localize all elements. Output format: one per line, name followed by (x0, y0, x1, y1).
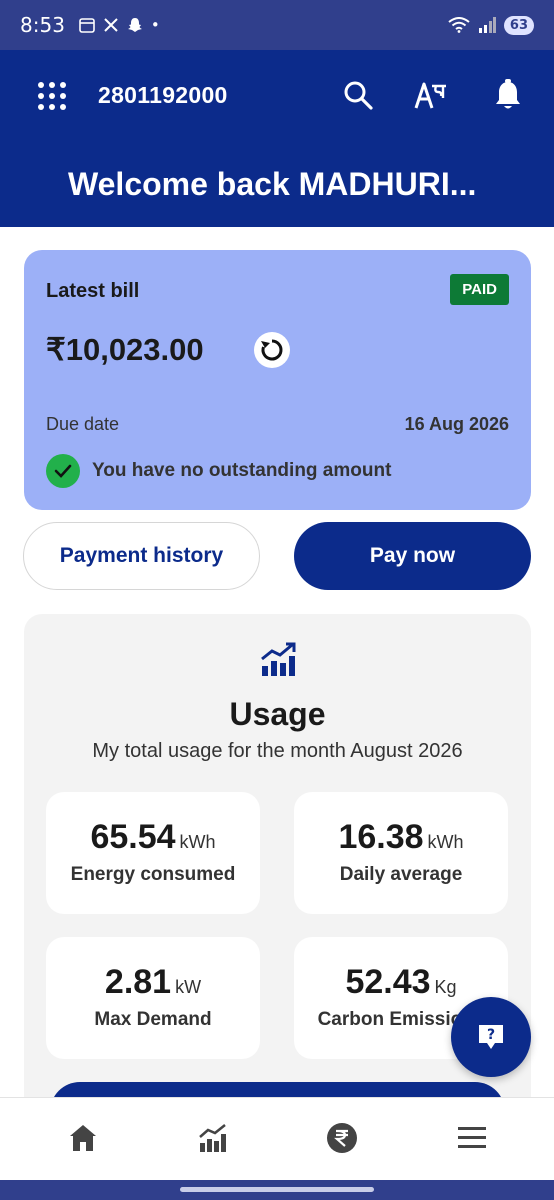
nav-home[interactable] (65, 1120, 101, 1156)
home-icon (70, 1125, 96, 1151)
payment-history-button[interactable]: Payment history (23, 522, 260, 590)
battery-level: 63 (503, 15, 534, 35)
nav-payments[interactable] (324, 1120, 360, 1156)
stat-unit: kWh (427, 832, 464, 852)
menu-icon (458, 1127, 486, 1148)
usage-chart-icon (199, 1124, 226, 1152)
due-date-label: Due date (46, 414, 120, 434)
apps-grid-icon[interactable] (38, 82, 66, 110)
stat-value: 16.38 (338, 818, 424, 856)
signal-icon (478, 17, 496, 33)
usage-subtitle: My total usage for the month August 2026 (92, 740, 463, 762)
refresh-icon[interactable] (254, 332, 290, 368)
status-time: 8:53 (20, 13, 65, 37)
stat-label: Energy consumed (70, 864, 236, 885)
outstanding-status: You have no outstanding amount (46, 454, 391, 488)
due-date-value: 16 Aug 2026 (404, 414, 509, 434)
stat-max-demand[interactable]: 2.81 kW Max Demand (46, 937, 260, 1059)
stat-value: 65.54 (90, 818, 176, 856)
home-gesture-handle[interactable] (180, 1187, 374, 1192)
search-icon[interactable] (341, 78, 375, 112)
check-circle-icon (46, 454, 80, 488)
status-badge: PAID (450, 274, 509, 305)
app-header: 2801192000 Welcome back MADHURI... (0, 50, 554, 227)
stat-unit: kW (175, 977, 202, 997)
welcome-message: Welcome back MADHURI... (68, 166, 477, 202)
bill-title: Latest bill (46, 280, 140, 302)
language-icon[interactable] (414, 78, 448, 112)
stat-value: 52.43 (345, 963, 431, 1001)
status-bar: 8:53 • 63 (0, 0, 554, 50)
header-toolbar: 2801192000 (0, 76, 554, 116)
help-chat-icon: ? (479, 1025, 503, 1049)
stat-energy-consumed[interactable]: 65.54 kWh Energy consumed (46, 792, 260, 914)
snapchat-icon (127, 18, 142, 32)
help-chat-button[interactable]: ? (451, 997, 531, 1077)
notification-dot: • (150, 16, 160, 34)
calendar-icon (79, 18, 95, 33)
bell-icon[interactable] (491, 78, 525, 112)
outstanding-message: You have no outstanding amount (92, 460, 392, 481)
bottom-navigation (0, 1097, 554, 1180)
latest-bill-card: Latest bill PAID ₹10,023.00 Due date 16 … (24, 250, 531, 510)
notification-icons: • (79, 16, 160, 34)
stat-unit: Kg (434, 977, 457, 997)
stat-value: 2.81 (104, 963, 172, 1001)
rupee-icon (327, 1123, 357, 1153)
usage-title: Usage (229, 696, 326, 732)
stat-label: Max Demand (94, 1009, 212, 1030)
wifi-icon (448, 17, 470, 33)
usage-chart-icon (261, 642, 296, 676)
system-nav-bar (0, 1180, 554, 1200)
stat-unit: kWh (179, 832, 216, 852)
status-right: 63 (448, 15, 534, 35)
x-icon (104, 18, 118, 32)
bill-amount: ₹10,023.00 (46, 332, 204, 367)
stat-daily-average[interactable]: 16.38 kWh Daily average (294, 792, 508, 914)
stat-label: Daily average (339, 864, 463, 885)
nav-menu[interactable] (454, 1120, 490, 1156)
svg-text:?: ? (487, 1027, 495, 1043)
account-number[interactable]: 2801192000 (98, 82, 228, 109)
nav-usage[interactable] (195, 1120, 231, 1156)
pay-now-button[interactable]: Pay now (294, 522, 531, 590)
